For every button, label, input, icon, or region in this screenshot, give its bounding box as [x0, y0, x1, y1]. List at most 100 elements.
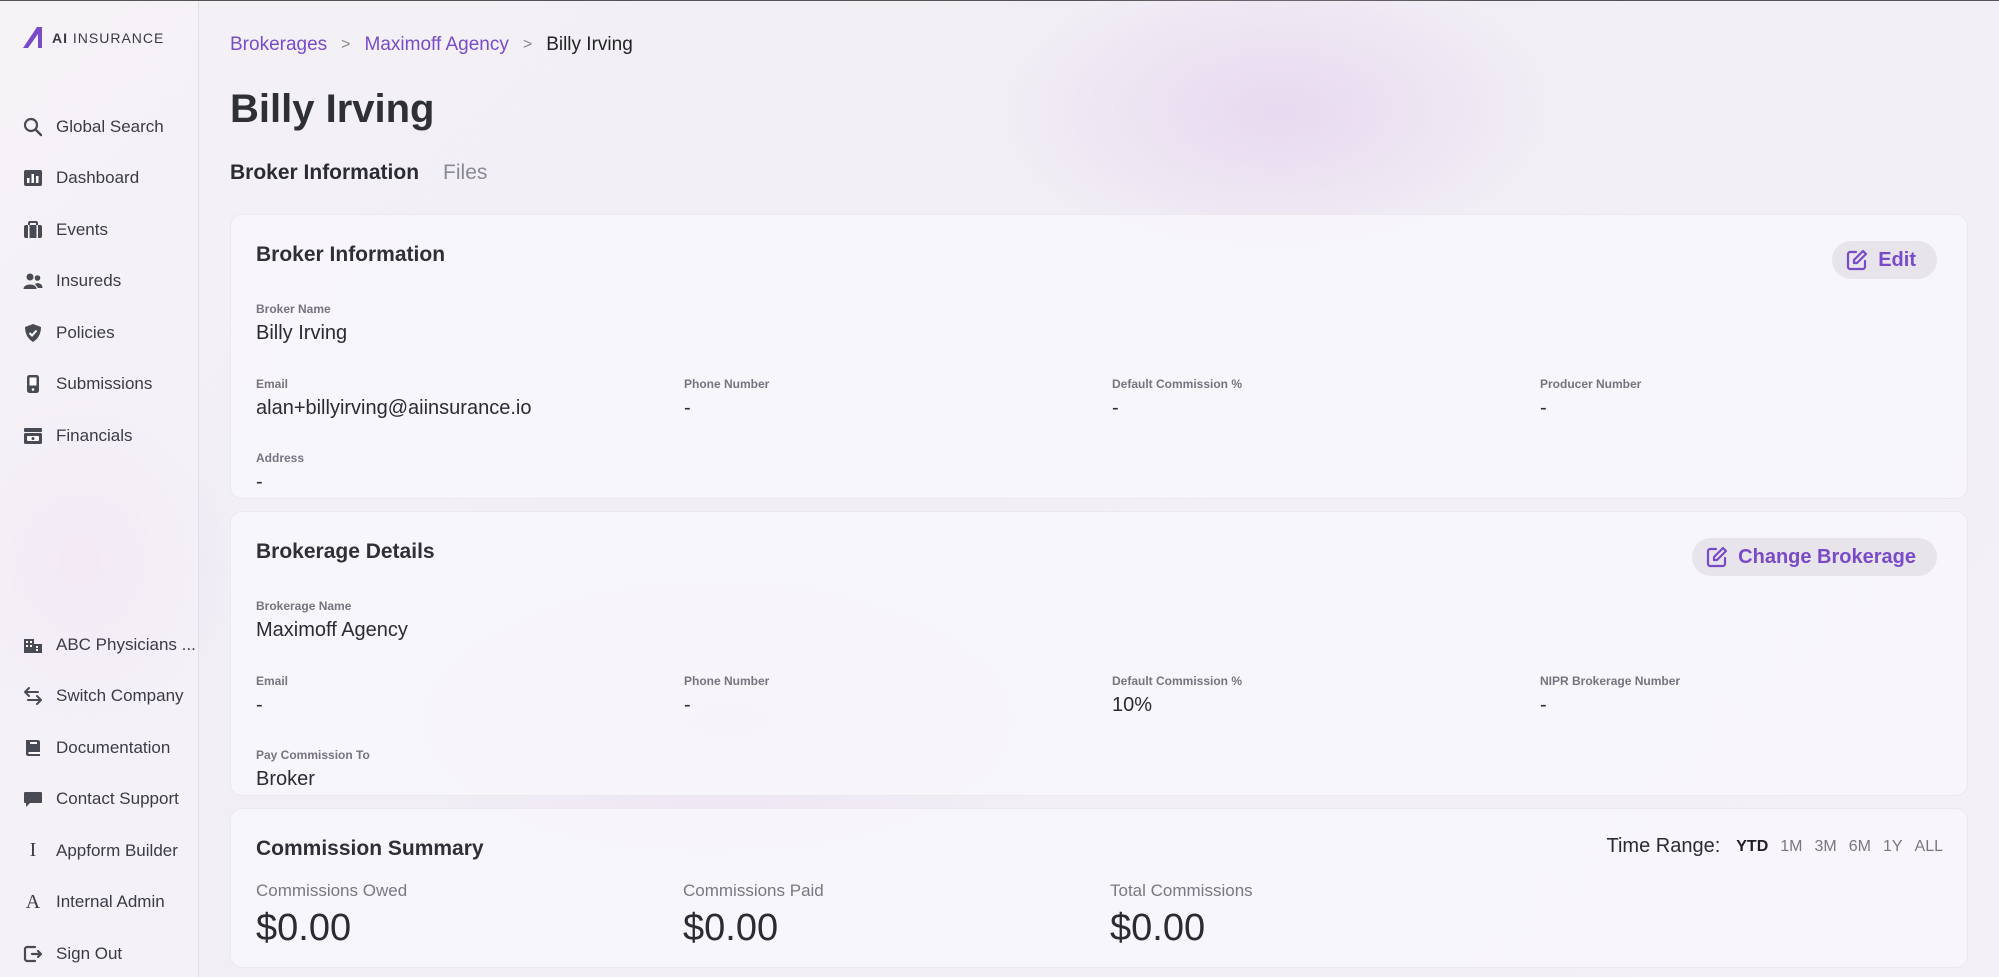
sidebar-nav-bottom: ABC Physicians ... Switch Company Docume…: [0, 619, 199, 977]
sidebar-item-label: Sign Out: [56, 943, 123, 963]
broker-information-card: Broker Information Edit Broker Name Bill…: [230, 214, 1968, 499]
field-label: Pay Commission To: [256, 748, 370, 762]
sidebar-item-documentation[interactable]: Documentation: [0, 722, 199, 774]
sidebar-item-label: Global Search: [56, 116, 164, 136]
book-icon: [22, 737, 44, 759]
shield-icon: [22, 322, 44, 344]
time-range-all[interactable]: ALL: [1915, 838, 1943, 856]
field-value: Broker: [256, 768, 315, 790]
field-label: Phone Number: [684, 377, 770, 391]
tab-files[interactable]: Files: [443, 161, 487, 185]
sidebar-item-submissions[interactable]: Submissions: [0, 359, 199, 411]
sidebar-item-label: Financials: [56, 425, 133, 445]
time-range-6m[interactable]: 6M: [1849, 838, 1871, 856]
chart-icon: [22, 167, 44, 189]
field-value: -: [1540, 397, 1547, 419]
brokerage-details-card: Brokerage Details Change Brokerage Broke…: [230, 511, 1968, 796]
logo-mark-icon: [23, 27, 42, 48]
sidebar-item-internal-admin[interactable]: A Internal Admin: [0, 877, 199, 929]
metric-label: Total Commissions: [1110, 881, 1253, 900]
time-range-3m[interactable]: 3M: [1814, 838, 1836, 856]
sidebar-item-policies[interactable]: Policies: [0, 307, 199, 359]
time-range-1y[interactable]: 1Y: [1883, 838, 1903, 856]
sidebar-item-company[interactable]: ABC Physicians ...: [0, 619, 199, 671]
sidebar-item-insureds[interactable]: Insureds: [0, 256, 199, 308]
commissions-paid-metric: Commissions Paid $0.00: [683, 881, 824, 950]
field-value: -: [256, 694, 263, 716]
sidebar-item-label: ABC Physicians ...: [56, 634, 196, 654]
field-label: Broker Name: [256, 302, 331, 316]
brokerage-nipr-field: NIPR Brokerage Number -: [1540, 674, 1680, 717]
chat-icon: [22, 788, 44, 810]
time-range-ytd[interactable]: YTD: [1736, 838, 1768, 856]
breadcrumb: Brokerages > Maximoff Agency > Billy Irv…: [230, 34, 633, 56]
sidebar-item-global-search[interactable]: Global Search: [0, 101, 199, 153]
time-range-1m[interactable]: 1M: [1780, 838, 1802, 856]
field-value: -: [1112, 397, 1119, 419]
sign-out-icon: [22, 943, 44, 965]
sidebar: AI INSURANCE Global Search Dashboard Eve…: [0, 1, 199, 977]
app-logo[interactable]: AI INSURANCE: [20, 25, 164, 51]
breadcrumb-brokerages[interactable]: Brokerages: [230, 34, 327, 56]
field-value: -: [256, 471, 263, 493]
broker-commission-field: Default Commission % -: [1112, 377, 1242, 420]
total-commissions-metric: Total Commissions $0.00: [1110, 881, 1253, 950]
field-label: Brokerage Name: [256, 599, 352, 613]
building-icon: [22, 634, 44, 656]
brokerage-phone-field: Phone Number -: [684, 674, 769, 717]
brokerage-commission-field: Default Commission % 10%: [1112, 674, 1242, 717]
sidebar-item-appform-builder[interactable]: I Appform Builder: [0, 825, 199, 877]
tab-broker-information[interactable]: Broker Information: [230, 161, 419, 185]
sidebar-item-label: Events: [56, 219, 108, 239]
broker-phone-field: Phone Number -: [684, 377, 769, 420]
page-title: Billy Irving: [230, 87, 435, 131]
register-icon: [22, 425, 44, 447]
sidebar-item-dashboard[interactable]: Dashboard: [0, 153, 199, 205]
field-value: alan+billyirving@aiinsurance.io: [256, 397, 532, 419]
sidebar-item-events[interactable]: Events: [0, 204, 199, 256]
edit-icon: [1847, 249, 1868, 271]
sidebar-item-label: Submissions: [56, 374, 153, 394]
logo-text: AI INSURANCE: [52, 30, 165, 46]
field-value: -: [684, 397, 691, 419]
edit-button[interactable]: Edit: [1832, 241, 1937, 279]
sidebar-item-label: Appform Builder: [56, 840, 178, 860]
commission-summary-card: Commission Summary Time Range: YTD 1M 3M…: [230, 808, 1968, 968]
broker-address-field: Address -: [256, 451, 304, 494]
brokerage-email-field: Email -: [256, 674, 288, 717]
letter-i-icon: I: [29, 839, 37, 862]
card-title: Commission Summary: [256, 837, 484, 860]
pay-commission-field: Pay Commission To Broker: [256, 748, 370, 791]
card-title: Broker Information: [256, 243, 446, 266]
tab-bar: Broker Information Files: [230, 161, 487, 185]
field-value: 10%: [1112, 694, 1153, 716]
metric-value: $0.00: [1110, 907, 1206, 949]
change-brokerage-button[interactable]: Change Brokerage: [1692, 538, 1937, 576]
field-label: Producer Number: [1540, 377, 1642, 391]
search-icon: [22, 116, 44, 138]
field-label: Email: [256, 377, 289, 391]
breadcrumb-current: Billy Irving: [546, 34, 633, 55]
switch-icon: [22, 685, 44, 707]
sidebar-item-contact-support[interactable]: Contact Support: [0, 774, 199, 826]
sidebar-item-label: Contact Support: [56, 789, 179, 809]
sidebar-item-label: Documentation: [56, 737, 171, 757]
users-icon: [22, 270, 44, 292]
phone-icon: [22, 373, 44, 395]
sidebar-item-switch-company[interactable]: Switch Company: [0, 671, 199, 723]
edit-icon: [1707, 546, 1728, 568]
field-label: Phone Number: [684, 674, 770, 688]
card-title: Brokerage Details: [256, 540, 435, 563]
sidebar-item-sign-out[interactable]: Sign Out: [0, 928, 199, 977]
breadcrumb-separator: >: [341, 36, 351, 53]
field-label: NIPR Brokerage Number: [1540, 674, 1681, 688]
briefcase-icon: [22, 219, 44, 241]
metric-label: Commissions Paid: [683, 881, 824, 900]
field-label: Default Commission %: [1112, 377, 1243, 391]
sidebar-item-label: Internal Admin: [56, 892, 165, 912]
commissions-owed-metric: Commissions Owed $0.00: [256, 881, 407, 950]
sidebar-item-financials[interactable]: Financials: [0, 410, 199, 462]
breadcrumb-brokerage[interactable]: Maximoff Agency: [365, 34, 509, 56]
sidebar-item-label: Policies: [56, 322, 115, 342]
metric-value: $0.00: [683, 907, 779, 949]
